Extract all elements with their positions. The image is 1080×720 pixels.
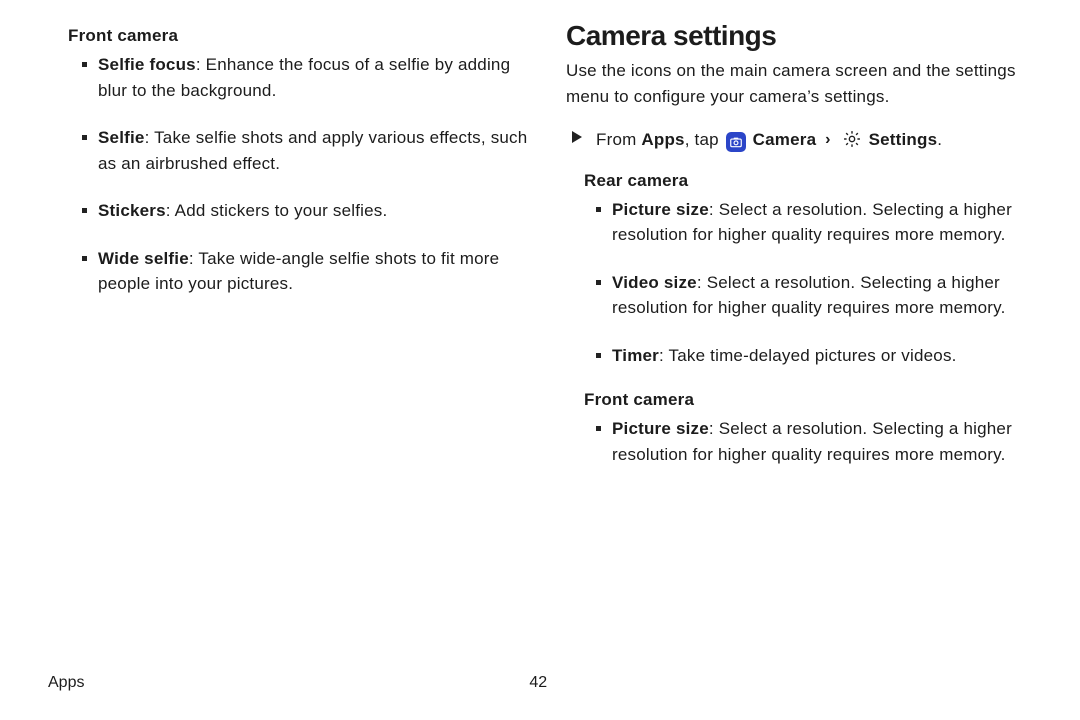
item-term: Picture size <box>612 419 709 438</box>
item-desc: : Take time-delayed pictures or videos. <box>659 346 957 365</box>
camera-icon <box>726 132 746 152</box>
section-lead: Use the icons on the main camera screen … <box>566 58 1046 109</box>
footer-page-number: 42 <box>529 674 547 692</box>
nav-text-tap: , tap <box>685 130 724 149</box>
item-desc: : Take selfie shots and apply various ef… <box>98 128 527 173</box>
item-term: Picture size <box>612 200 709 219</box>
footer-section-label: Apps <box>48 674 84 692</box>
page-footer: Apps 42 <box>68 674 1032 700</box>
item-term: Video size <box>612 273 697 292</box>
list-item: Stickers: Add stickers to your selfies. <box>68 198 540 224</box>
section-title: Camera settings <box>566 20 1046 52</box>
item-term: Selfie <box>98 128 145 147</box>
front-camera-list: Selfie focus: Enhance the focus of a sel… <box>68 52 540 297</box>
list-item: Picture size: Select a resolution. Selec… <box>566 416 1046 467</box>
gear-icon <box>842 129 862 157</box>
rear-camera-list: Picture size: Select a resolution. Selec… <box>566 197 1046 369</box>
item-desc: : Add stickers to your selfies. <box>166 201 388 220</box>
nav-apps-label: Apps <box>641 130 684 149</box>
list-item: Selfie focus: Enhance the focus of a sel… <box>68 52 540 103</box>
list-item: Video size: Select a resolution. Selecti… <box>566 270 1046 321</box>
list-item: Picture size: Select a resolution. Selec… <box>566 197 1046 248</box>
rear-camera-heading: Rear camera <box>584 171 1046 191</box>
right-column: Camera settings Use the icons on the mai… <box>566 20 1046 674</box>
front-camera-heading-2: Front camera <box>584 390 1046 410</box>
breadcrumb-arrow-icon: › <box>825 128 831 152</box>
nav-text-from: From <box>596 130 641 149</box>
front-camera-list-2: Picture size: Select a resolution. Selec… <box>566 416 1046 467</box>
triangle-icon <box>572 131 582 145</box>
navigation-step: From Apps, tap Camera › Settings. <box>566 127 1046 157</box>
item-term: Stickers <box>98 201 166 220</box>
item-term: Wide selfie <box>98 249 189 268</box>
list-item: Selfie: Take selfie shots and apply vari… <box>68 125 540 176</box>
item-term: Timer <box>612 346 659 365</box>
list-item: Timer: Take time-delayed pictures or vid… <box>566 343 1046 369</box>
nav-settings-label: Settings <box>869 130 938 149</box>
left-column: Front camera Selfie focus: Enhance the f… <box>68 20 540 674</box>
list-item: Wide selfie: Take wide-angle selfie shot… <box>68 246 540 297</box>
front-camera-heading: Front camera <box>68 26 540 46</box>
item-term: Selfie focus <box>98 55 196 74</box>
nav-period: . <box>937 130 942 149</box>
nav-camera-label: Camera <box>753 130 817 149</box>
